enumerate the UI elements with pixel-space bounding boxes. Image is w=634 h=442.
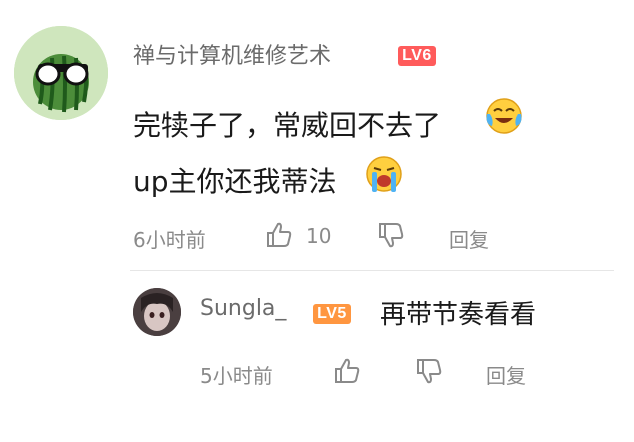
thumbs-up-icon[interactable] (264, 220, 294, 250)
level-badge-main: LV6 (398, 46, 436, 66)
thumbs-up-icon[interactable] (332, 356, 362, 386)
like-count: 10 (306, 224, 332, 248)
level-badge-reply: LV5 (313, 304, 351, 324)
reply-text: 再带节奏看看 (380, 300, 537, 330)
reply-button[interactable]: 回复 (449, 224, 489, 253)
anime-face-avatar-icon (133, 288, 181, 336)
comment-text-line2: up主你还我蒂法 (133, 165, 337, 198)
comment-text-line1: 完犊子了，常威回不去了 (133, 109, 442, 142)
comment-timestamp: 6小时前 (133, 228, 206, 252)
thumbs-down-icon[interactable] (414, 356, 444, 386)
watermelon-avatar-icon (14, 26, 108, 120)
avatar-main[interactable] (14, 26, 108, 120)
avatar-reply[interactable] (133, 288, 181, 336)
comment-username[interactable]: 禅与计算机维修艺术 (133, 38, 331, 70)
crying-emoji-icon (366, 156, 402, 192)
reply-container (130, 270, 614, 421)
laughing-crying-emoji-icon (486, 98, 522, 134)
thumbs-down-icon[interactable] (376, 220, 406, 250)
reply-button[interactable]: 回复 (486, 360, 526, 389)
reply-timestamp: 5小时前 (200, 364, 273, 388)
reply-username[interactable]: Sungla_ (200, 296, 286, 321)
